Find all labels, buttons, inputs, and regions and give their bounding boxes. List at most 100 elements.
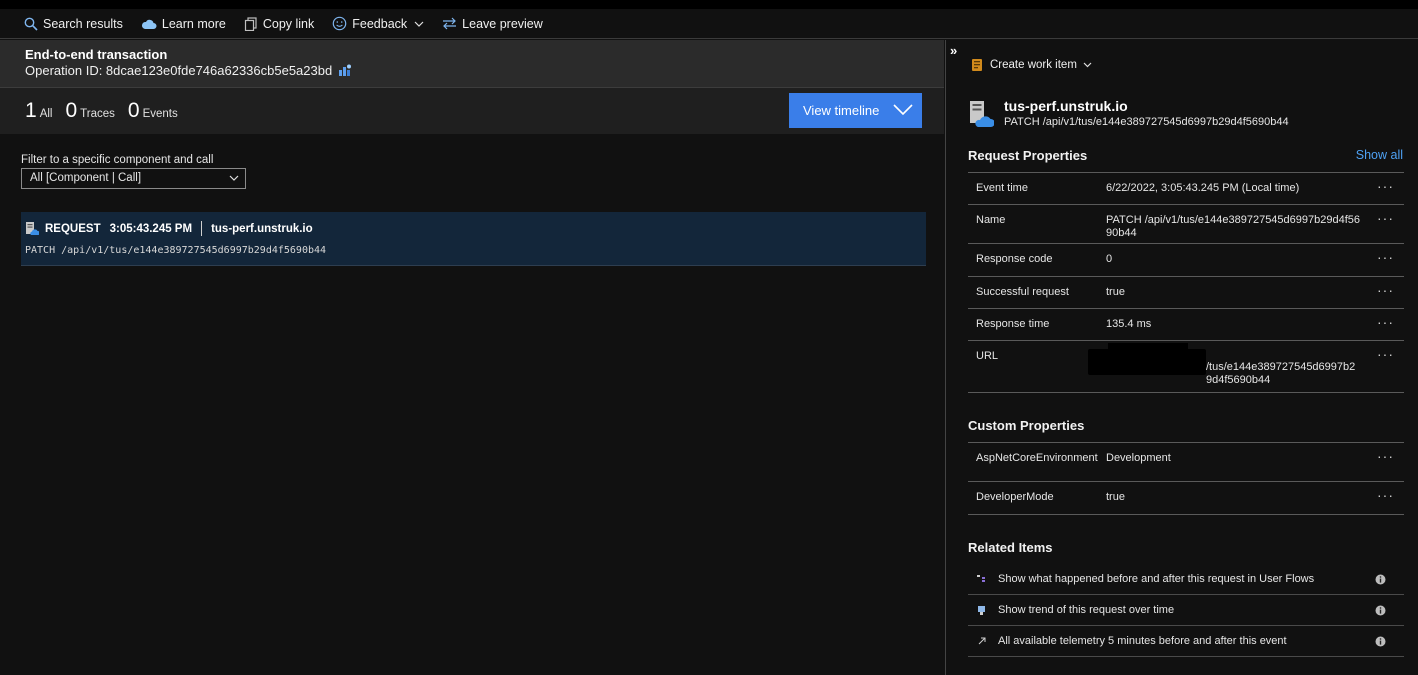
info-icon[interactable] [1375,574,1386,585]
operation-id: Operation ID: 8dcae123e0fde746a62336cb5e… [25,63,944,78]
property-row-response-code: Response code 0 ··· [968,244,1404,277]
request-row[interactable]: REQUEST 3:05:43.245 PM tus-perf.unstruk.… [21,212,926,266]
resource-name: tus-perf.unstruk.io [1004,98,1128,114]
info-icon[interactable] [1375,605,1386,616]
related-item-label: All available telemetry 5 minutes before… [998,635,1287,647]
related-item-label: Show trend of this request over time [998,604,1175,616]
property-row-event-time: Event time 6/22/2022, 3:05:43.245 PM (Lo… [968,173,1404,205]
count-traces-label: Traces [80,108,115,120]
related-item-telemetry[interactable]: All available telemetry 5 minutes before… [968,626,1404,657]
property-key: Name [976,214,1006,226]
smiley-icon [332,16,347,31]
trend-icon [976,605,988,615]
count-all[interactable]: 1 All [25,99,52,123]
count-traces-number: 0 [65,99,78,122]
count-events-number: 0 [127,99,140,122]
request-summary: REQUEST 3:05:43.245 PM tus-perf.unstruk.… [25,221,313,236]
custom-properties-title: Custom Properties [968,418,1085,433]
property-row-developer-mode: DeveloperMode true ··· [968,482,1404,515]
telemetry-counts: 1 All 0 Traces 0 Events View timeline [0,88,944,134]
collapse-pane-button[interactable]: » [950,43,957,58]
property-value: true [1106,286,1125,298]
count-events[interactable]: 0 Events [128,99,178,123]
chevron-down-icon [1083,62,1092,68]
property-row-successful-request: Successful request true ··· [968,277,1404,309]
more-options-icon[interactable]: ··· [1377,487,1394,503]
server-request-icon [970,101,994,127]
feedback-button[interactable]: Feedback [332,16,424,31]
property-key: DeveloperMode [976,491,1054,503]
component-filter-dropdown[interactable]: All [Component | Call] [21,168,246,189]
redaction-mark [1108,343,1188,353]
property-value: true [1106,491,1125,503]
count-all-label: All [39,108,53,120]
create-work-item-button[interactable]: Create work item [971,58,1092,72]
details-pane: » Create work item tus-perf.unstruk.io P… [945,40,1418,675]
work-item-icon [972,59,982,71]
property-value: 6/22/2022, 3:05:43.245 PM (Local time) [1106,182,1300,194]
request-time: 3:05:43.245 PM [109,222,193,235]
resource-header: tus-perf.unstruk.io PATCH /api/v1/tus/e1… [968,98,1289,128]
property-value: 135.4 ms [1106,318,1152,330]
leave-preview-button[interactable]: Leave preview [442,17,543,31]
custom-properties-table: AspNetCoreEnvironment Development ··· De… [968,442,1404,515]
request-path: PATCH /api/v1/tus/e144e389727545d6997b29… [25,245,327,256]
count-events-label: Events [142,108,178,120]
show-all-link[interactable]: Show all [1356,148,1403,162]
page-title: End-to-end transaction [25,47,168,62]
related-item-user-flows[interactable]: Show what happened before and after this… [968,564,1404,595]
transaction-pane: End-to-end transaction Operation ID: 8dc… [0,40,944,675]
create-work-item-label: Create work item [990,59,1077,71]
property-value: Development [1106,452,1171,464]
request-properties-table: Event time 6/22/2022, 3:05:43.245 PM (Lo… [968,172,1404,393]
more-options-icon[interactable]: ··· [1377,178,1394,194]
more-options-icon[interactable]: ··· [1377,282,1394,298]
divider [201,221,203,236]
property-key: URL [976,350,999,362]
property-key: Event time [976,182,1028,194]
property-key: Response time [976,318,1050,330]
property-value: /tus/e144e389727545d6997b29d4f5690b44 [1206,361,1356,386]
operation-id-text: Operation ID: 8dcae123e0fde746a62336cb5e… [25,63,333,78]
feedback-label: Feedback [352,16,408,31]
request-properties-title: Request Properties [968,148,1088,163]
user-flows-icon [976,575,988,583]
search-results-label: Search results [43,16,123,31]
toolbar: Search results Learn more Copy link Feed… [0,9,1418,39]
transaction-header: End-to-end transaction Operation ID: 8dc… [0,40,944,88]
arrow-up-right-icon [976,637,988,645]
copy-icon [244,16,257,31]
related-items-title: Related Items [968,540,1053,555]
cloud-icon [141,19,157,29]
info-icon[interactable] [1375,636,1386,647]
resource-operation: PATCH /api/v1/tus/e144e389727545d6997b29… [1004,116,1289,128]
property-key: AspNetCoreEnvironment [976,452,1098,464]
view-timeline-label: View timeline [803,103,880,118]
analytics-icon[interactable] [338,64,352,77]
more-options-icon[interactable]: ··· [1377,210,1394,226]
more-options-icon[interactable]: ··· [1377,448,1394,464]
property-row-name: Name PATCH /api/v1/tus/e144e389727545d69… [968,205,1404,244]
chevron-down-icon [414,21,424,27]
copy-link-button[interactable]: Copy link [244,17,314,31]
request-type: REQUEST [45,222,101,235]
property-value: 0 [1106,253,1113,265]
server-request-icon [26,222,39,235]
property-key: Response code [976,253,1053,265]
count-all-number: 1 [25,99,37,122]
search-results-button[interactable]: Search results [24,17,123,31]
learn-more-button[interactable]: Learn more [141,17,226,31]
more-options-icon[interactable]: ··· [1377,346,1394,362]
property-value: PATCH /api/v1/tus/e144e389727545d6997b29… [1106,214,1361,239]
property-row-response-time: Response time 135.4 ms ··· [968,309,1404,341]
property-row-aspnetcore-environment: AspNetCoreEnvironment Development ··· [968,443,1404,482]
chevron-down-icon [893,104,913,116]
count-traces[interactable]: 0 Traces [65,99,114,123]
property-key: Successful request [976,286,1069,298]
more-options-icon[interactable]: ··· [1377,249,1394,265]
related-item-label: Show what happened before and after this… [998,573,1315,585]
search-icon [24,17,38,31]
related-item-trend[interactable]: Show trend of this request over time [968,595,1404,626]
view-timeline-button[interactable]: View timeline [789,93,922,128]
more-options-icon[interactable]: ··· [1377,314,1394,330]
